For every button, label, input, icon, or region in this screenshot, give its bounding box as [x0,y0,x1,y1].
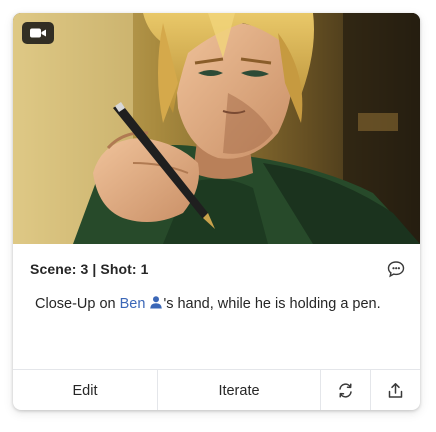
edit-button[interactable]: Edit [13,370,158,410]
shot-description: Close-Up on Ben 's hand, while he is hold… [35,292,395,316]
shot-label: Shot: 1 [100,261,149,277]
comment-bubble-icon[interactable] [387,260,405,278]
shot-meta: Scene: 3 | Shot: 1 Close-Up on Ben 's hand,… [13,244,420,369]
title-separator: | [92,261,97,277]
refresh-icon [339,383,352,398]
video-camera-icon [22,22,54,44]
iterate-button[interactable]: Iterate [158,370,321,410]
shot-thumbnail-image [13,13,420,244]
refresh-button[interactable] [321,370,371,410]
card-actions: Edit Iterate [13,369,420,410]
shot-card: Scene: 3 | Shot: 1 Close-Up on Ben 's hand,… [13,13,420,410]
character-name: Ben [119,296,146,312]
shot-thumbnail[interactable] [13,13,420,244]
description-before: Close-Up on [35,296,120,312]
user-icon [150,296,163,309]
share-upload-icon [388,383,403,398]
scene-label: Scene: 3 [30,261,89,277]
share-button[interactable] [371,370,420,410]
character-link-ben[interactable]: Ben [120,296,164,312]
description-after: 's hand, while he is holding a pen. [163,296,381,312]
shot-title: Scene: 3 | Shot: 1 [30,261,149,277]
